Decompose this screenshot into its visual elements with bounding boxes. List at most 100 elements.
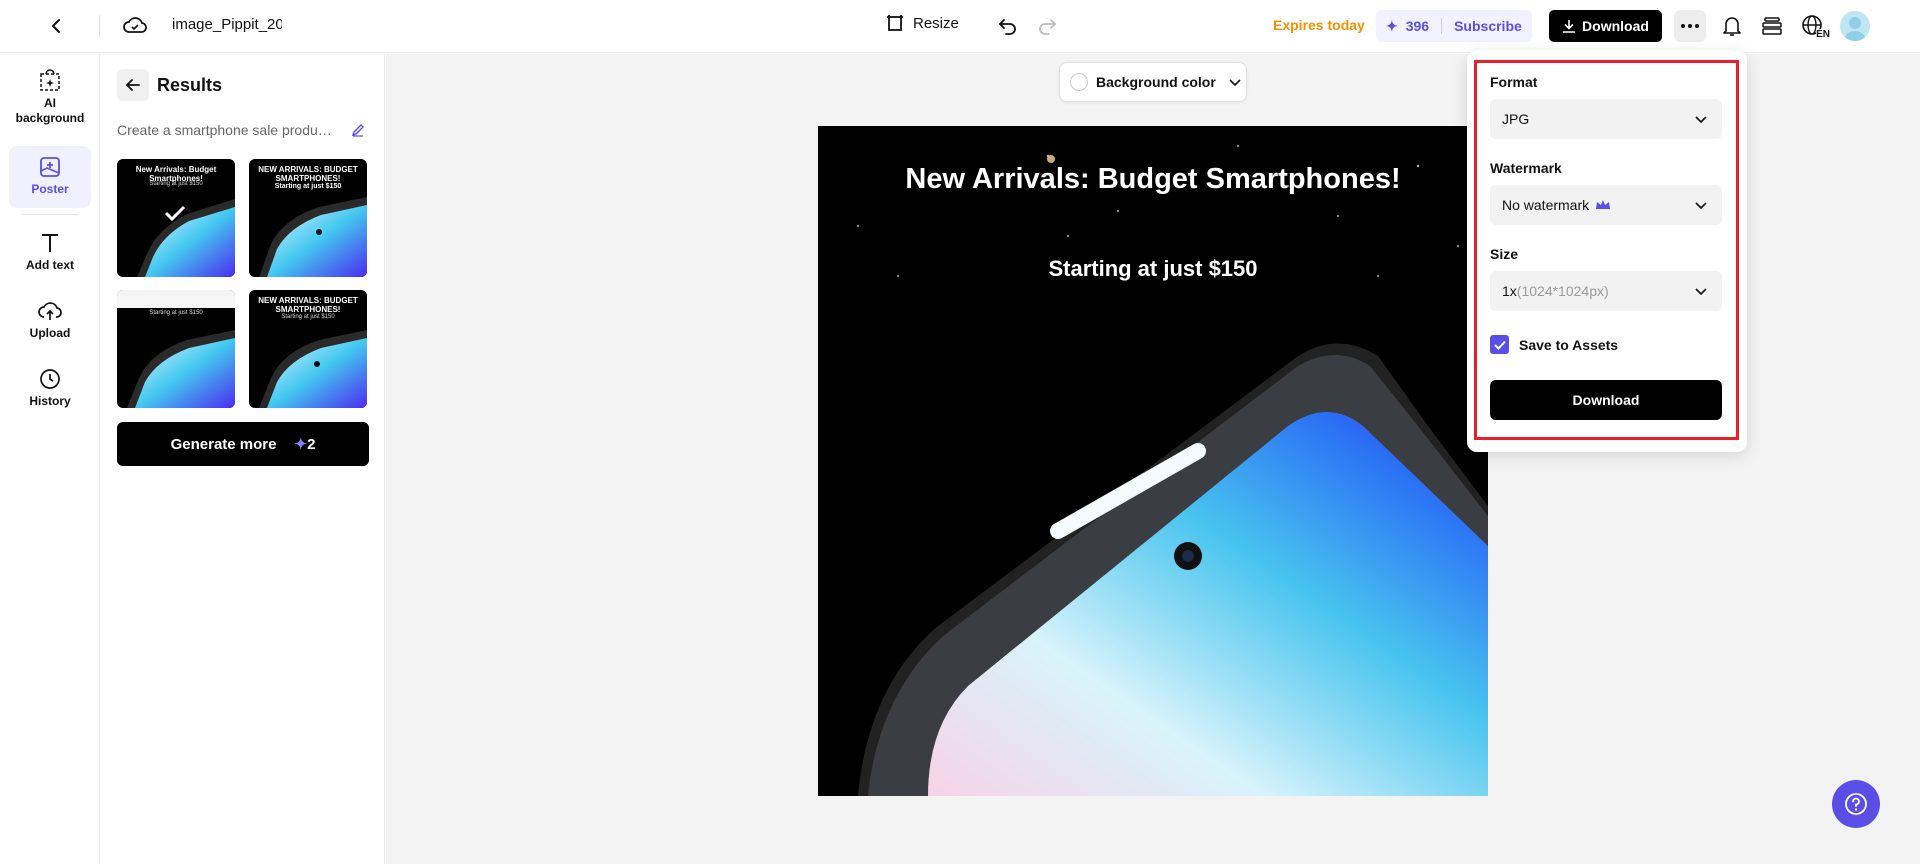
background-color-button[interactable]: Background color [1059,62,1247,102]
save-to-assets-label: Save to Assets [1519,336,1619,353]
rail-item-add-text[interactable]: Add text [9,232,91,288]
rail-item-label: Add text [26,258,74,272]
generate-more-button[interactable]: Generate more ✦2 [117,422,369,466]
crown-icon [1596,200,1611,209]
format-value: JPG [1502,111,1530,127]
clock-icon [40,369,60,389]
watermark-label: Watermark [1490,160,1562,176]
file-name[interactable]: image_Pippit_20 [172,16,282,33]
undo-icon [998,19,1016,35]
watermark-select[interactable]: No watermark [1490,185,1722,225]
sparkle-icon: ✦ [1386,17,1398,34]
more-options-button[interactable] [1674,10,1706,42]
subscribe-link[interactable]: Subscribe [1454,18,1522,34]
more-icon [1681,24,1699,28]
size-select[interactable]: 1x(1024*1024px) [1490,271,1722,311]
poster-title[interactable]: New Arrivals: Budget Smartphones! [818,163,1488,196]
chevron-down-icon [1695,288,1707,296]
background-color-label: Background color [1096,74,1216,90]
redo-button[interactable] [1033,12,1061,40]
results-panel: Results Create a smartphone sale product… [101,54,385,864]
result-thumbnail[interactable]: NEW ARRIVALS: BUDGET SMARTPHONES! Starti… [249,290,367,408]
avatar[interactable] [1840,11,1870,41]
size-value: 1x [1502,283,1517,299]
poster-canvas[interactable]: New Arrivals: Budget Smartphones! Starti… [818,126,1488,796]
left-rail: AI background Poster Add text Upload His… [0,54,100,864]
thumbnail-subtitle: Starting at just $150 [274,183,342,190]
prompt-text: Create a smartphone sale product poster [117,122,337,138]
rail-item-poster[interactable]: Poster [9,146,91,208]
resize-icon [887,15,903,31]
thumbnail-subtitle: Starting at just $150 [281,314,335,320]
rail-item-label: History [29,394,71,408]
rail-item-label: Upload [29,326,71,340]
generate-more-cost: ✦2 [294,435,315,453]
poster-image [857,145,1488,796]
redo-icon [1039,19,1057,35]
resize-label: Resize [913,14,959,32]
language-button[interactable]: EN [1796,10,1830,42]
stack-icon [1762,17,1782,35]
checkbox[interactable] [1490,335,1509,354]
rail-item-ai-background[interactable]: AI background [9,68,91,142]
thumbnail-title: NEW ARRIVALS: BUDGET SMARTPHONES! [258,296,358,314]
bell-icon [1723,17,1741,36]
rail-item-history[interactable]: History [9,368,91,424]
notifications-button[interactable] [1716,10,1748,42]
format-label: Format [1490,74,1538,90]
cloud-save-icon[interactable] [121,12,149,40]
results-back-button[interactable] [117,69,149,101]
text-icon [42,234,58,252]
phone-image [117,290,235,408]
rail-item-label: Poster [31,182,69,196]
help-button[interactable] [1832,780,1880,828]
thumbnail-subtitle: Starting at just $150 [149,181,203,187]
rail-item-upload[interactable]: Upload [9,300,91,356]
chevron-down-icon [1695,202,1707,210]
thumbnail-subtitle: Starting at just $150 [149,310,203,316]
help-icon [1845,793,1867,815]
chevron-down-icon [1695,116,1707,124]
ai-background-icon [40,69,60,91]
poster-subtitle[interactable]: Starting at just $150 [818,256,1488,282]
resize-button[interactable]: Resize [885,13,959,33]
result-thumbnail[interactable]: New Arrivals: Budget Smartphones! Starti… [117,159,235,277]
top-bar: image_Pippit_20 Resize Expires today ✦ 3… [0,0,1920,53]
results-title: Results [157,75,223,95]
color-swatch [1070,73,1088,91]
assets-button[interactable] [1756,10,1788,42]
header-download-button[interactable]: Download [1549,10,1662,42]
undo-button[interactable] [994,12,1022,40]
divider [22,214,78,215]
expires-label: Expires today [1273,17,1365,33]
save-to-assets-checkbox[interactable]: Save to Assets [1490,335,1618,354]
watermark-value: No watermark [1502,197,1590,213]
size-detail: (1024*1024px) [1516,283,1609,299]
upload-icon [38,302,62,320]
credits-badge[interactable]: ✦ 396 Subscribe [1376,10,1532,42]
download-icon [1563,20,1576,33]
result-thumbnail[interactable]: Starting at just $150 [117,290,235,408]
language-code: EN [1816,29,1830,40]
pencil-icon [351,124,364,137]
poster-icon [40,157,60,177]
download-label: Download [1582,18,1649,34]
check-icon [164,205,186,222]
back-button[interactable] [42,12,70,40]
generate-more-label: Generate more [170,435,277,453]
cost-value: 2 [307,436,316,453]
arrow-left-icon [125,79,140,91]
divider [99,15,100,37]
format-select[interactable]: JPG [1490,99,1722,139]
divider [1441,18,1443,34]
edit-prompt-button[interactable] [348,120,368,140]
result-thumbnail[interactable]: NEW ARRIVALS: BUDGET SMARTPHONES! Starti… [249,159,367,277]
sparkle-icon: ✦ [294,436,308,453]
credits-count: 396 [1405,18,1430,34]
chevron-down-icon [1229,79,1241,87]
rail-item-label: AI background [15,96,85,125]
thumbnail-title: NEW ARRIVALS: BUDGET SMARTPHONES! [258,165,358,183]
size-label: Size [1490,246,1519,262]
download-button[interactable]: Download [1490,380,1722,420]
chevron-left-icon [52,19,60,33]
